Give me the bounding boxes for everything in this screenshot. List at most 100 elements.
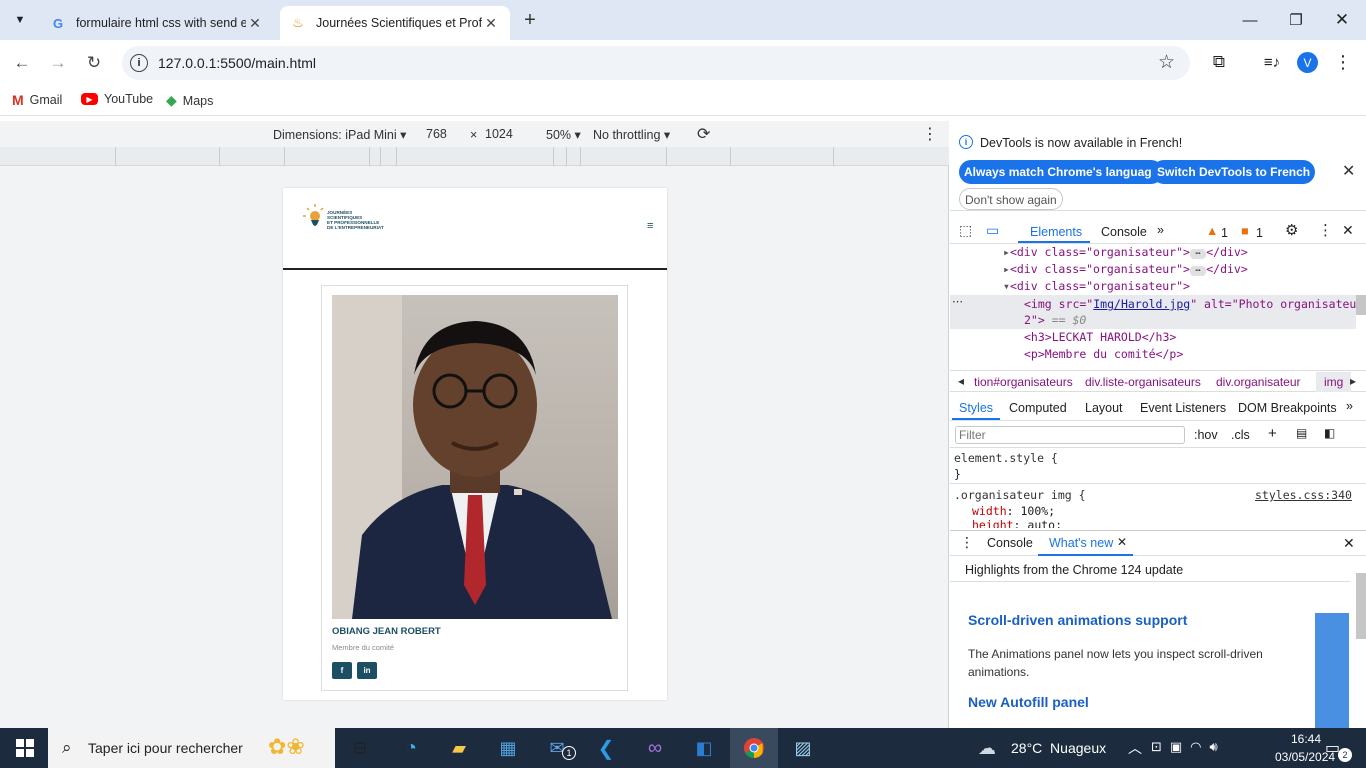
more-style-tabs-icon[interactable]: » — [1346, 399, 1353, 413]
edge-icon[interactable]: ◔ — [397, 734, 425, 762]
close-window-button[interactable]: ✕ — [1322, 8, 1362, 32]
media-controls-icon[interactable]: ≡♪ — [1261, 51, 1283, 73]
css-property[interactable]: width: 100%; — [972, 504, 1055, 518]
restore-button[interactable]: ❐ — [1276, 8, 1316, 32]
throttling-select[interactable]: No throttling ▾ — [593, 127, 670, 142]
chrome-icon[interactable] — [740, 734, 768, 762]
file-explorer-icon[interactable]: ▰ — [445, 734, 473, 762]
tab-layout[interactable]: Layout — [1085, 401, 1123, 415]
more-tabs-icon[interactable]: » — [1157, 223, 1164, 237]
dom-scrollbar[interactable] — [1356, 295, 1366, 315]
extensions-icon[interactable]: ⧉ — [1208, 51, 1230, 73]
close-banner-icon[interactable]: ✕ — [1342, 161, 1355, 181]
clock-time[interactable]: 16:44 — [1291, 732, 1321, 746]
rule-source-link[interactable]: styles.css:340 — [1255, 488, 1352, 502]
new-tab-button[interactable]: + — [518, 8, 542, 32]
linkedin-button[interactable]: in — [357, 662, 377, 679]
tab-console[interactable]: Console — [1101, 225, 1147, 239]
tab-styles[interactable]: Styles — [959, 401, 993, 415]
dom-node-p[interactable]: <p>Membre du comité</p> — [1024, 347, 1183, 361]
bookmark-gmail[interactable]: M Gmail — [12, 92, 62, 108]
dont-show-button[interactable]: Don't show again — [959, 188, 1063, 210]
omnibox[interactable]: i 127.0.0.1:5500/main.html ☆ — [122, 46, 1190, 80]
feature-title-autofill[interactable]: New Autofill panel — [968, 694, 1089, 710]
dom-node[interactable]: ▸<div class="organisateur"> ⋯ </div> — [1003, 245, 1248, 259]
device-select[interactable]: Dimensions: iPad Mini ▾ — [273, 127, 406, 142]
facebook-button[interactable]: f — [332, 662, 352, 679]
crumb-scroll-right-icon[interactable]: ▸ — [1350, 374, 1356, 388]
rotate-icon[interactable]: ⟳ — [697, 124, 710, 144]
close-whats-new-icon[interactable]: ✕ — [1117, 535, 1127, 549]
breadcrumb-item[interactable]: div.organisateur — [1216, 375, 1301, 389]
bookmark-maps[interactable]: ◆ Maps — [166, 92, 213, 109]
feature-title-scroll[interactable]: Scroll-driven animations support — [968, 612, 1187, 628]
tab-event-listeners[interactable]: Event Listeners — [1140, 401, 1226, 415]
element-style-rule[interactable]: element.style { — [954, 451, 1058, 465]
notepad-icon[interactable]: ▨ — [789, 734, 817, 762]
warning-icon[interactable]: ▲ — [1206, 224, 1218, 238]
tab-elements[interactable]: Elements — [1030, 225, 1082, 239]
tab-computed[interactable]: Computed — [1009, 401, 1067, 415]
hamburger-menu-icon[interactable]: ≡ — [647, 220, 653, 232]
new-rule-icon[interactable]: + — [1268, 425, 1277, 442]
breadcrumb-item[interactable]: tion#organisateurs — [974, 375, 1073, 389]
tray-chevron-icon[interactable]: ︿ — [1128, 738, 1142, 758]
forward-button[interactable]: → — [45, 50, 71, 76]
styles-filter-input[interactable] — [955, 426, 1185, 444]
cls-toggle[interactable]: .cls — [1231, 428, 1250, 442]
dom-node-h3[interactable]: <h3>LECKAT HAROLD</h3> — [1024, 330, 1176, 344]
windows-start-icon[interactable] — [11, 734, 39, 762]
site-logo[interactable]: JOURNÉES SCIENTIFIQUES ET PROFESSIONNELL… — [303, 204, 393, 236]
visual-studio-icon[interactable]: ∞ — [641, 734, 669, 762]
close-drawer-icon[interactable]: ✕ — [1343, 535, 1355, 552]
tab-dom-breakpoints[interactable]: DOM Breakpoints — [1238, 401, 1337, 415]
css-property[interactable]: height: auto; — [972, 518, 1062, 528]
drawer-menu-icon[interactable]: ⋮ — [960, 534, 974, 551]
error-icon[interactable]: ■ — [1241, 224, 1249, 238]
close-devtools-icon[interactable]: ✕ — [1342, 222, 1354, 239]
breadcrumb-item[interactable]: img — [1316, 372, 1352, 392]
task-view-icon[interactable]: ⊟ — [346, 734, 374, 762]
tab-formulaire[interactable]: G formulaire html css with send e ✕ — [40, 6, 274, 40]
switch-french-button[interactable]: Switch DevTools to French — [1152, 160, 1316, 184]
vscode-icon[interactable]: ❮ — [592, 734, 620, 762]
close-tab-icon[interactable]: ✕ — [246, 14, 264, 32]
match-language-button[interactable]: Always match Chrome's language — [959, 160, 1164, 184]
tab-search-button[interactable]: ▼ — [8, 8, 32, 32]
dom-node-img[interactable]: <img src="Img/Harold.jpg" alt="Photo org… — [1024, 297, 1363, 311]
settings-gear-icon[interactable]: ⚙ — [1285, 221, 1298, 239]
height-input[interactable]: 1024 — [485, 127, 513, 141]
weather-text[interactable]: 28°C Nuageux — [1011, 740, 1106, 756]
device-more-icon[interactable]: ⋮ — [922, 124, 938, 144]
close-tab-icon[interactable]: ✕ — [482, 14, 500, 32]
sidebar-toggle-icon[interactable]: ◧ — [1324, 426, 1335, 440]
taskbar-search[interactable]: ⌕ Taper ici pour rechercher ✿❀ — [48, 728, 335, 768]
dom-node-img[interactable]: 2"> == $0 — [1024, 313, 1086, 327]
drawer-tab-whats-new[interactable]: What's new — [1049, 536, 1113, 550]
dom-node[interactable]: ▾<div class="organisateur"> — [1003, 279, 1190, 293]
minimize-button[interactable]: — — [1230, 8, 1270, 32]
hov-toggle[interactable]: :hov — [1194, 428, 1218, 442]
paint-icon[interactable]: ▤ — [1296, 426, 1307, 440]
back-button[interactable]: ← — [9, 50, 35, 76]
dom-node[interactable]: ▸<div class="organisateur"> ⋯ </div> — [1003, 262, 1248, 276]
devtools-menu-icon[interactable]: ⋮ — [1318, 221, 1333, 239]
crumb-scroll-left-icon[interactable]: ◂ — [958, 374, 964, 388]
zoom-select[interactable]: 50% ▾ — [546, 127, 581, 142]
store-icon[interactable]: ▦ — [494, 734, 522, 762]
rule-selector[interactable]: .organisateur img { — [954, 488, 1086, 502]
device-toggle-icon[interactable]: ▭ — [986, 222, 999, 239]
tab-journees[interactable]: ♨ Journées Scientifiques et Profes ✕ — [280, 6, 510, 40]
outlook-icon[interactable]: ◧ — [690, 734, 718, 762]
reload-button[interactable]: ↻ — [81, 50, 107, 76]
weather-icon[interactable]: ☁ — [978, 738, 996, 759]
tray-icons[interactable]: ⊡▣◠🔊︎ — [1151, 739, 1226, 755]
breadcrumb-item[interactable]: div.liste-organisateurs — [1085, 375, 1201, 389]
drawer-scrollbar[interactable] — [1356, 573, 1366, 639]
chrome-menu-icon[interactable]: ⋮ — [1334, 51, 1352, 73]
bookmark-star-icon[interactable]: ☆ — [1158, 51, 1175, 74]
bookmark-youtube[interactable]: ▶ YouTube — [81, 92, 153, 106]
site-info-icon[interactable]: i — [130, 54, 148, 72]
drawer-tab-console[interactable]: Console — [987, 536, 1033, 550]
width-input[interactable]: 768 — [426, 127, 447, 141]
